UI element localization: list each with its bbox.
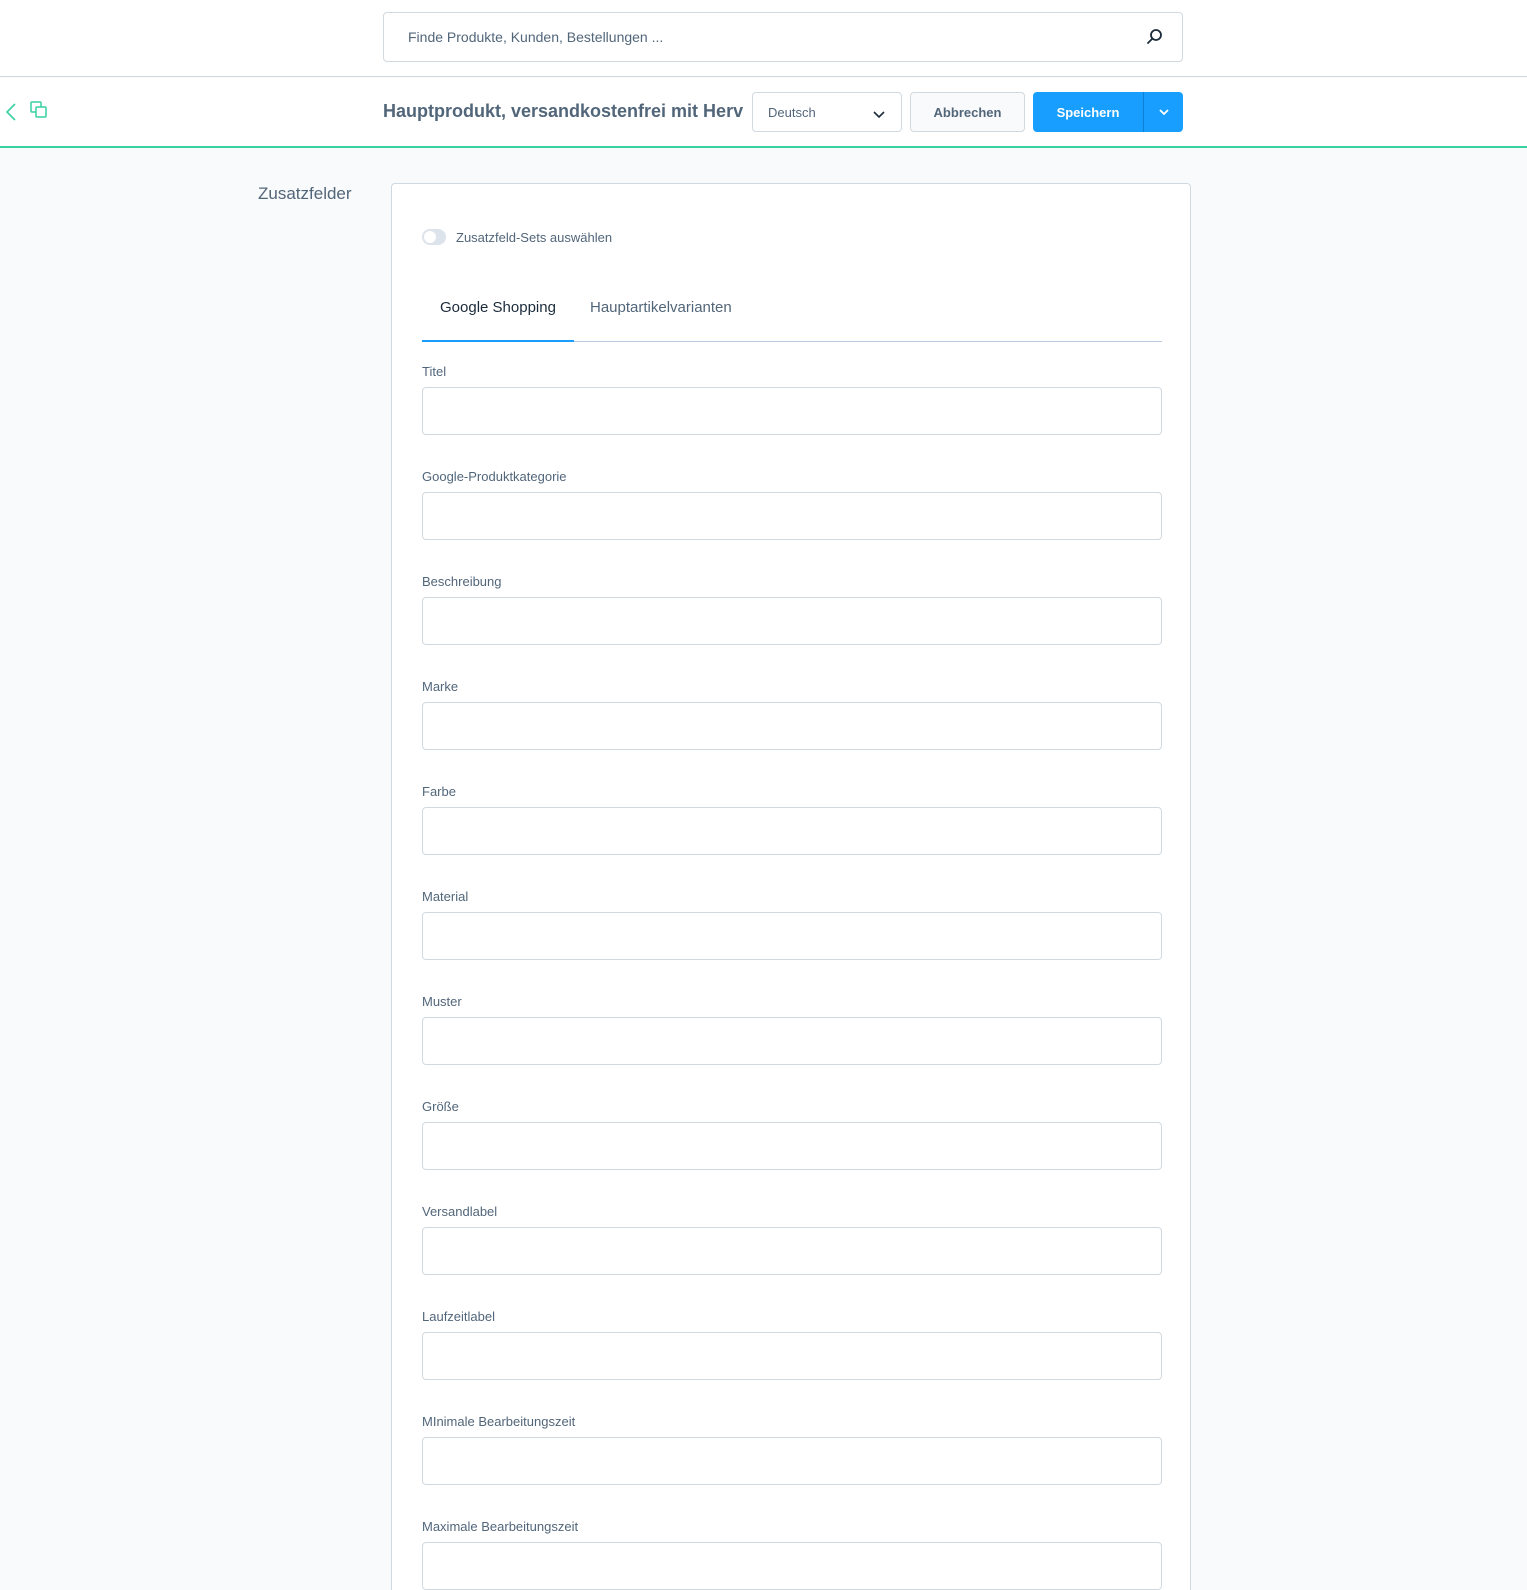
size-field[interactable]: [422, 1122, 1162, 1170]
field-label: Maximale Bearbeitungszeit: [422, 1519, 579, 1534]
save-button[interactable]: Speichern: [1033, 92, 1143, 132]
search-input[interactable]: [408, 13, 1128, 61]
pattern-field[interactable]: [422, 1017, 1162, 1065]
chevron-down-icon: [873, 107, 885, 119]
section-label: Zusatzfelder: [258, 184, 352, 203]
field-label: Material: [422, 889, 469, 904]
toggle-label: Zusatzfeld-Sets auswählen: [456, 230, 613, 245]
color-field[interactable]: [422, 807, 1162, 855]
tab-bar: Google Shopping Hauptartikelvarianten: [422, 284, 1162, 342]
copy-icon[interactable]: [30, 101, 48, 119]
cancel-button[interactable]: Abbrechen: [910, 92, 1025, 132]
shipping-label-field[interactable]: [422, 1227, 1162, 1275]
tab-google-shopping[interactable]: Google Shopping: [422, 284, 574, 342]
language-select[interactable]: Deutsch: [752, 92, 902, 132]
field-label: MInimale Bearbeitungszeit: [422, 1414, 576, 1429]
field-label: Google-Produktkategorie: [422, 469, 567, 484]
tab-hauptartikelvarianten[interactable]: Hauptartikelvarianten: [572, 284, 750, 342]
google-category-field[interactable]: [422, 492, 1162, 540]
min-processing-time-field[interactable]: [422, 1437, 1162, 1485]
custom-field-sets-toggle[interactable]: [422, 229, 446, 245]
chevron-down-icon: [1159, 109, 1169, 116]
brand-field[interactable]: [422, 702, 1162, 750]
page-title: Hauptprodukt, versandkostenfrei mit Herv…: [383, 101, 743, 121]
save-options-button[interactable]: [1143, 92, 1183, 132]
title-field[interactable]: [422, 387, 1162, 435]
smart-bar: Hauptprodukt, versandkostenfrei mit Herv…: [0, 78, 1527, 148]
field-label: Muster: [422, 994, 462, 1009]
field-label: Titel: [422, 364, 447, 379]
field-label: Laufzeitlabel: [422, 1309, 495, 1324]
top-bar: [0, 0, 1527, 77]
max-processing-time-field[interactable]: [422, 1542, 1162, 1590]
field-label: Beschreibung: [422, 574, 502, 589]
runtime-label-field[interactable]: [422, 1332, 1162, 1380]
field-label: Größe: [422, 1099, 459, 1114]
description-field[interactable]: [422, 597, 1162, 645]
field-label: Farbe: [422, 784, 456, 799]
language-select-value: Deutsch: [768, 105, 816, 120]
material-field[interactable]: [422, 912, 1162, 960]
field-label: Versandlabel: [422, 1204, 498, 1219]
field-label: Marke: [422, 679, 459, 694]
search-icon[interactable]: [1146, 28, 1164, 46]
custom-fields-card: Zusatzfeld-Sets auswählen Google Shoppin…: [391, 183, 1191, 1590]
search-box[interactable]: [383, 12, 1183, 62]
back-icon[interactable]: [4, 102, 18, 122]
